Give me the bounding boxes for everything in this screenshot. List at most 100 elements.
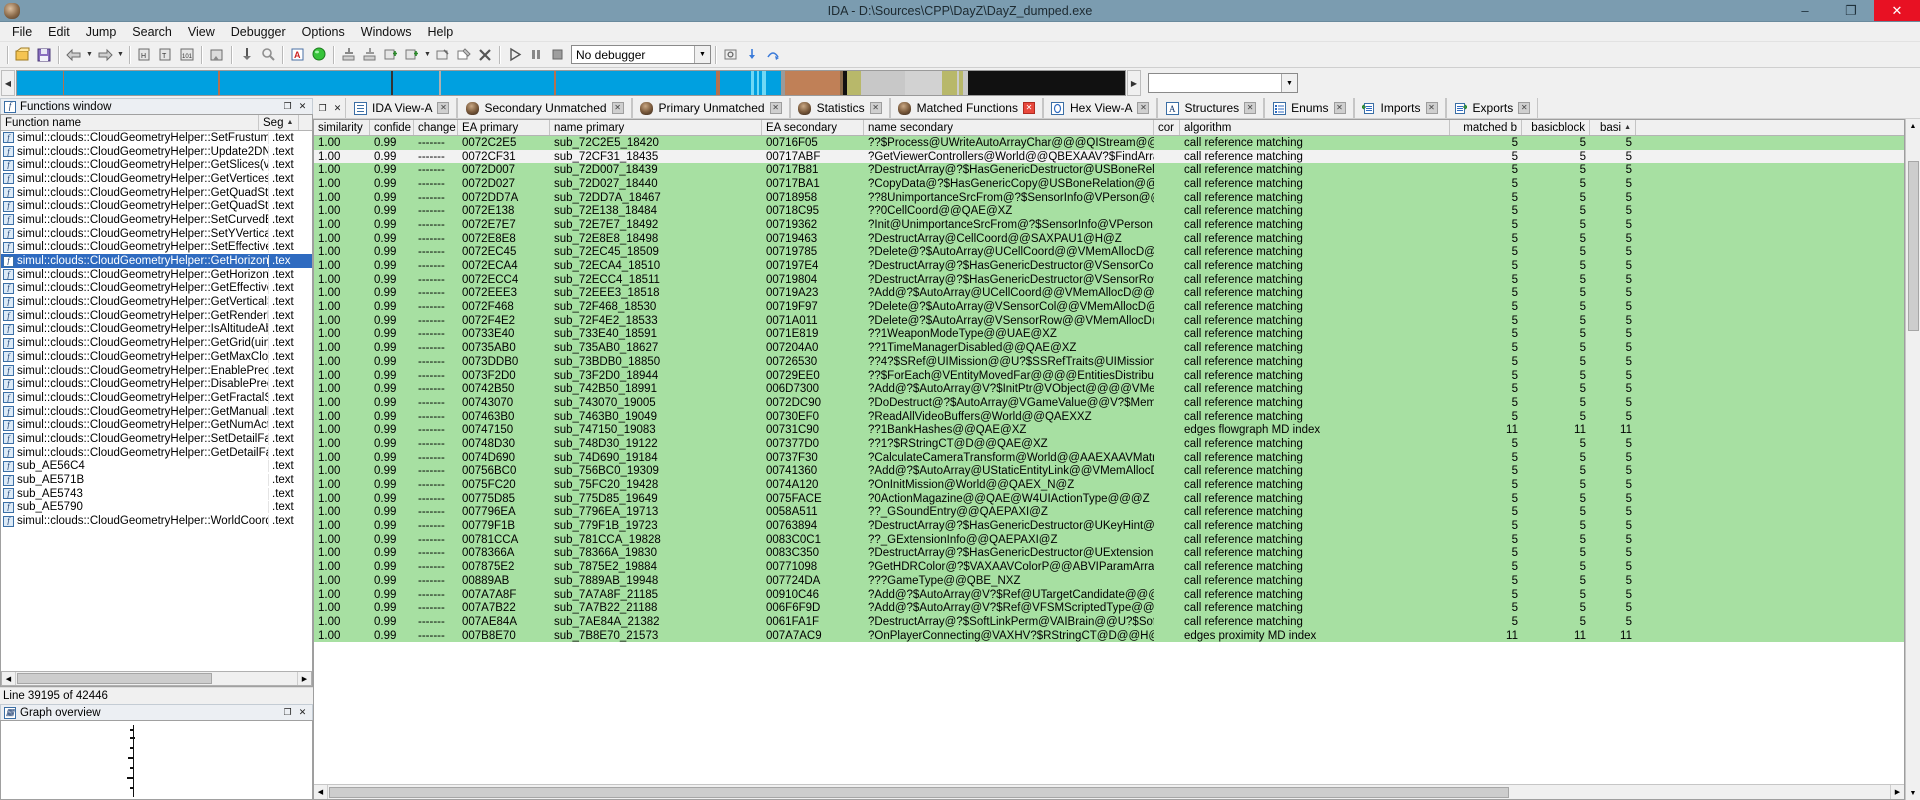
close-icon[interactable]: ✕ — [1244, 102, 1257, 114]
graph-close-button[interactable]: ✕ — [296, 706, 309, 719]
function-list-item[interactable]: f simul::clouds::CloudGeometryHelper::Get… — [1, 254, 312, 268]
table-row[interactable]: 1.00 0.99 ------- 00775D85 sub_775D85_19649 0… — [314, 491, 1904, 506]
function-list-item[interactable]: f simul::clouds::CloudGeometryHelper::Dis… — [1, 377, 312, 391]
table-row[interactable]: 1.00 0.99 ------- 00743070 sub_743070_19005 0… — [314, 396, 1904, 410]
scroll-thumb[interactable] — [17, 673, 212, 684]
function-list-item[interactable]: f simul::clouds::CloudGeometryHelper::Get… — [1, 282, 312, 296]
search-text-icon[interactable]: T — [156, 45, 176, 65]
menu-search[interactable]: Search — [124, 23, 180, 41]
menu-help[interactable]: Help — [419, 23, 461, 41]
function-list-item[interactable]: f simul::clouds::CloudGeometryHelper::Get… — [1, 295, 312, 309]
function-list-item[interactable]: f simul::clouds::CloudGeometryHelper::Get… — [1, 418, 312, 432]
matched-functions-table[interactable]: similarity confide change EA primary name pr… — [313, 119, 1905, 800]
graph-overview-canvas[interactable] — [0, 720, 313, 800]
functions-hscrollbar[interactable]: ◀ ▶ — [1, 671, 312, 686]
close-button[interactable]: ✕ — [1874, 0, 1920, 21]
open-file-icon[interactable] — [13, 45, 33, 65]
debugger-select[interactable]: No debugger ▼ — [571, 45, 711, 64]
add-struct-caret-icon[interactable]: ▼ — [423, 45, 432, 65]
tab-secondary-unmatched[interactable]: Secondary Unmatched ✕ — [457, 98, 632, 118]
graph-undock-button[interactable]: ❐ — [281, 706, 294, 719]
tab-imports[interactable]: Imports ✕ — [1353, 98, 1446, 118]
table-row[interactable]: 1.00 0.99 ------- 0074D690 sub_74D690_19184 0… — [314, 450, 1904, 465]
close-icon[interactable]: ✕ — [769, 102, 782, 114]
table-row[interactable]: 1.00 0.99 ------- 0072ECC4 sub_72ECC4_18511 0… — [314, 272, 1904, 287]
function-list-item[interactable]: f sub_AE571B .text — [1, 473, 312, 487]
tab-exports[interactable]: Exports ✕ — [1445, 98, 1539, 118]
table-col-header[interactable]: EA secondary — [762, 120, 864, 135]
tabs-restore-button[interactable]: ❐ — [315, 98, 330, 118]
chevron-down-icon[interactable]: ▼ — [694, 46, 710, 63]
menu-jump[interactable]: Jump — [78, 23, 125, 41]
table-row[interactable]: 1.00 0.99 ------- 0072D007 sub_72D007_18439 0… — [314, 163, 1904, 178]
add-code-icon[interactable] — [360, 45, 380, 65]
table-row[interactable]: 1.00 0.99 ------- 0072F4E2 sub_72F4E2_18533 0… — [314, 313, 1904, 328]
stop-icon[interactable] — [547, 45, 567, 65]
close-icon[interactable]: ✕ — [611, 102, 624, 114]
nav-scroll-right-button[interactable]: ▶ — [1127, 70, 1141, 96]
function-list-item[interactable]: f simul::clouds::CloudGeometryHelper::Wor… — [1, 514, 312, 528]
table-row[interactable]: 1.00 0.99 ------- 007A7A8F sub_7A7A8F_21185 0… — [314, 587, 1904, 602]
jump-icon[interactable] — [237, 45, 257, 65]
table-col-header[interactable]: algorithm — [1180, 120, 1450, 135]
table-row[interactable]: 1.00 0.99 ------- 00889AB sub_7889AB_19948 00… — [314, 574, 1904, 588]
table-col-header[interactable]: name primary — [550, 120, 762, 135]
table-row[interactable]: 1.00 0.99 ------- 00779F1B sub_779F1B_19723 0… — [314, 519, 1904, 533]
tab-matched-functions[interactable]: Matched Functions ✕ — [889, 98, 1043, 118]
delete-icon[interactable] — [475, 45, 495, 65]
edit-function-icon[interactable] — [433, 45, 453, 65]
close-icon[interactable]: ✕ — [1022, 102, 1035, 114]
function-list-item[interactable]: f simul::clouds::CloudGeometryHelper::Upd… — [1, 145, 312, 159]
search-next-icon[interactable] — [207, 45, 227, 65]
function-list-item[interactable]: f simul::clouds::CloudGeometryHelper::Get… — [1, 405, 312, 419]
function-list-item[interactable]: f simul::clouds::CloudGeometryHelper::Get… — [1, 391, 312, 405]
back-arrow-icon[interactable] — [64, 45, 84, 65]
function-list-item[interactable]: f sub_AE5743 .text — [1, 487, 312, 501]
table-col-header[interactable]: basi ▲ — [1590, 120, 1636, 135]
table-row[interactable]: 1.00 0.99 ------- 0072E138 sub_72E138_18484 0… — [314, 204, 1904, 219]
table-vscrollbar[interactable]: ▲ ▼ — [1905, 119, 1920, 800]
table-row[interactable]: 1.00 0.99 ------- 0072ECA4 sub_72ECA4_18510 0… — [314, 259, 1904, 273]
menu-debugger[interactable]: Debugger — [223, 23, 294, 41]
run-icon[interactable] — [505, 45, 525, 65]
menu-view[interactable]: View — [180, 23, 223, 41]
table-row[interactable]: 1.00 0.99 ------- 00742B50 sub_742B50_18991 0… — [314, 382, 1904, 397]
function-list-item[interactable]: f simul::clouds::CloudGeometryHelper::Get… — [1, 158, 312, 172]
functions-rows[interactable]: f simul::clouds::CloudGeometryHelper::Set… — [1, 131, 312, 671]
table-body[interactable]: 1.00 0.99 ------- 0072C2E5 sub_72C2E5_18420 0… — [314, 136, 1904, 784]
scroll-left-icon[interactable]: ◀ — [314, 785, 328, 799]
function-list-item[interactable]: f sub_AE5790 .text — [1, 501, 312, 515]
scroll-thumb[interactable] — [329, 786, 1509, 798]
scroll-right-icon[interactable]: ▶ — [297, 672, 311, 685]
function-list-item[interactable]: f simul::clouds::CloudGeometryHelper::Ena… — [1, 364, 312, 378]
step-into-icon[interactable] — [742, 45, 762, 65]
navigator-band[interactable] — [16, 70, 1126, 96]
table-hscrollbar[interactable]: ◀ ▶ — [314, 784, 1904, 799]
function-list-item[interactable]: f sub_AE56C4 .text — [1, 460, 312, 474]
table-col-header[interactable]: cor — [1154, 120, 1180, 135]
menu-edit[interactable]: Edit — [40, 23, 78, 41]
table-col-header[interactable]: change — [414, 120, 458, 135]
zoom-icon[interactable] — [258, 45, 278, 65]
table-row[interactable]: 1.00 0.99 ------- 0072EC45 sub_72EC45_18509 0… — [314, 245, 1904, 260]
function-list-item[interactable]: f simul::clouds::CloudGeometryHelper::Get… — [1, 186, 312, 200]
tab-structures[interactable]: A Structures ✕ — [1157, 98, 1265, 118]
debugger-options-icon[interactable] — [721, 45, 741, 65]
table-row[interactable]: 1.00 0.99 ------- 00756BC0 sub_756BC0_19309 0… — [314, 464, 1904, 479]
table-row[interactable]: 1.00 0.99 ------- 0072C2E5 sub_72C2E5_18420 0… — [314, 136, 1904, 150]
table-col-header[interactable]: name secondary — [864, 120, 1154, 135]
table-row[interactable]: 1.00 0.99 ------- 007B8E70 sub_7B8E70_21573 0… — [314, 628, 1904, 643]
menu-file[interactable]: File — [4, 23, 40, 41]
table-col-header[interactable]: basicblock — [1522, 120, 1590, 135]
function-list-item[interactable]: f simul::clouds::CloudGeometryHelper::Get… — [1, 199, 312, 213]
add-breakpoint-icon[interactable] — [339, 45, 359, 65]
table-row[interactable]: 1.00 0.99 ------- 0072CF31 sub_72CF31_18435 0… — [314, 149, 1904, 164]
functions-col-header[interactable]: Function name — [1, 115, 259, 130]
table-row[interactable]: 1.00 0.99 ------- 007463B0 sub_7463B0_19049 0… — [314, 409, 1904, 424]
edit-comment-icon[interactable] — [454, 45, 474, 65]
table-row[interactable]: 1.00 0.99 ------- 007875E2 sub_7875E2_19884 0… — [314, 560, 1904, 574]
function-list-item[interactable]: f simul::clouds::CloudGeometryHelper::Set… — [1, 213, 312, 227]
table-col-header[interactable]: EA primary — [458, 120, 550, 135]
tab-ida-view-a[interactable]: IDA View-A ✕ — [345, 98, 458, 118]
functions-close-button[interactable]: ✕ — [296, 100, 309, 113]
